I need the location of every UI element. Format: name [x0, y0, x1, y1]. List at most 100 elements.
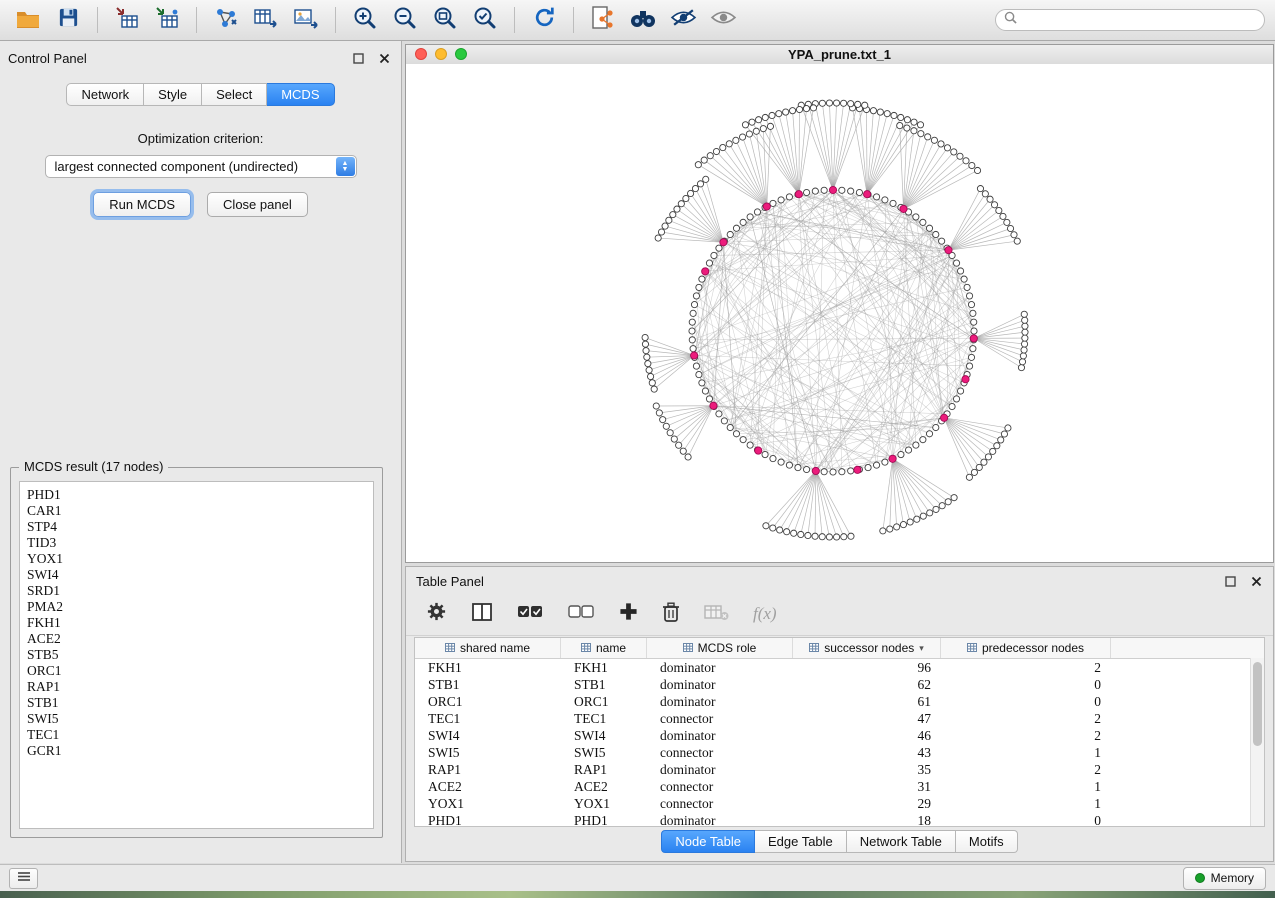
memory-button[interactable]: Memory	[1183, 867, 1266, 890]
import-table-button[interactable]	[109, 4, 145, 36]
mcds-result-item[interactable]: RAP1	[27, 679, 373, 695]
cell-name: PHD1	[561, 813, 647, 828]
tab-mcds[interactable]: MCDS	[267, 83, 334, 106]
cell-mcds-role: dominator	[647, 762, 793, 778]
criterion-select[interactable]: largest connected component (undirected)…	[45, 155, 357, 178]
tab-motifs[interactable]: Motifs	[956, 830, 1018, 853]
search-network-button[interactable]	[625, 4, 661, 36]
table-row[interactable]: RAP1 RAP1 dominator 35 2	[415, 761, 1264, 778]
mcds-result-item[interactable]: TEC1	[27, 727, 373, 743]
mcds-result-item[interactable]: CAR1	[27, 503, 373, 519]
export-table-button[interactable]	[248, 4, 284, 36]
column-header-successor-nodes[interactable]: successor nodes ▾	[793, 638, 941, 658]
network-window-title: YPA_prune.txt_1	[788, 47, 891, 62]
cell-name: SWI4	[561, 728, 647, 744]
tab-network[interactable]: Network	[66, 83, 144, 106]
status-bar: Memory	[0, 864, 1275, 891]
mcds-result-item[interactable]: STP4	[27, 519, 373, 535]
tab-network-table[interactable]: Network Table	[847, 830, 956, 853]
search-box[interactable]	[995, 9, 1265, 31]
table-row[interactable]: SWI5 SWI5 connector 43 1	[415, 744, 1264, 761]
cell-shared-name: SWI5	[415, 745, 561, 761]
delete-table-button-disabled	[704, 603, 729, 626]
table-panel-title: Table Panel	[416, 574, 484, 589]
close-window-icon[interactable]	[415, 48, 427, 60]
import-network-from-table-button[interactable]	[149, 4, 185, 36]
refresh-button[interactable]	[526, 4, 562, 36]
delete-column-button[interactable]	[662, 601, 680, 628]
deselect-all-button[interactable]	[568, 604, 595, 625]
open-button[interactable]	[10, 4, 46, 36]
cell-shared-name: FKH1	[415, 660, 561, 676]
mcds-result-item[interactable]: PHD1	[27, 487, 373, 503]
table-row[interactable]: ORC1 ORC1 dominator 61 0	[415, 693, 1264, 710]
column-label: shared name	[460, 641, 530, 655]
table-header-row: shared name name MCDS role successor nod…	[415, 638, 1264, 659]
mcds-result-item[interactable]: TID3	[27, 535, 373, 551]
table-delete-icon	[704, 603, 729, 626]
table-row[interactable]: SWI4 SWI4 dominator 46 2	[415, 727, 1264, 744]
zoom-out-button[interactable]	[387, 4, 423, 36]
cell-successor-nodes: 43	[793, 745, 941, 761]
float-panel-icon[interactable]	[1223, 574, 1237, 588]
tab-edge-table[interactable]: Edge Table	[755, 830, 847, 853]
float-panel-icon[interactable]	[351, 51, 365, 65]
sort-chevron-icon: ▾	[919, 643, 924, 654]
close-panel-icon[interactable]	[1249, 574, 1263, 588]
status-menu-button[interactable]	[9, 868, 38, 889]
save-button[interactable]	[50, 4, 86, 36]
tab-node-table[interactable]: Node Table	[661, 830, 755, 853]
scrollbar-thumb[interactable]	[1253, 662, 1262, 746]
share-document-button[interactable]	[585, 4, 621, 36]
table-row[interactable]: FKH1 FKH1 dominator 96 2	[415, 659, 1264, 676]
mcds-result-item[interactable]: SWI5	[27, 711, 373, 727]
mcds-result-item[interactable]: YOX1	[27, 551, 373, 567]
cell-successor-nodes: 31	[793, 779, 941, 795]
show-columns-button[interactable]	[471, 602, 493, 627]
export-image-button[interactable]	[288, 4, 324, 36]
minimize-window-icon[interactable]	[435, 48, 447, 60]
zoom-in-button[interactable]	[347, 4, 383, 36]
table-row[interactable]: YOX1 YOX1 connector 29 1	[415, 795, 1264, 812]
zoom-selected-button[interactable]	[467, 4, 503, 36]
network-canvas[interactable]	[406, 64, 1273, 562]
new-network-button[interactable]	[208, 4, 244, 36]
table-settings-button[interactable]	[426, 601, 447, 627]
tab-style[interactable]: Style	[144, 83, 202, 106]
mcds-result-item[interactable]: ACE2	[27, 631, 373, 647]
tab-select[interactable]: Select	[202, 83, 267, 106]
table-panel-tabs: Node Table Edge Table Network Table Moti…	[406, 830, 1273, 853]
select-all-button[interactable]	[517, 604, 544, 625]
add-column-button[interactable]	[619, 602, 638, 626]
cell-successor-nodes: 35	[793, 762, 941, 778]
zoom-fit-button[interactable]	[427, 4, 463, 36]
table-row[interactable]: STB1 STB1 dominator 62 0	[415, 676, 1264, 693]
mcds-result-item[interactable]: SWI4	[27, 567, 373, 583]
hide-details-button[interactable]	[665, 4, 701, 36]
search-input[interactable]	[1022, 12, 1256, 28]
maximize-window-icon[interactable]	[455, 48, 467, 60]
column-header-name[interactable]: name	[561, 638, 647, 658]
mcds-result-item[interactable]: FKH1	[27, 615, 373, 631]
table-row[interactable]: ACE2 ACE2 connector 31 1	[415, 778, 1264, 795]
run-mcds-button[interactable]: Run MCDS	[93, 192, 191, 217]
mcds-result-item[interactable]: ORC1	[27, 663, 373, 679]
column-header-mcds-role[interactable]: MCDS role	[647, 638, 793, 658]
mcds-result-item[interactable]: STB5	[27, 647, 373, 663]
mcds-result-item[interactable]: SRD1	[27, 583, 373, 599]
mcds-result-list[interactable]: PHD1 CAR1 STP4 TID3 YOX1 SWI4 SRD1 PMA2 …	[19, 481, 374, 829]
mcds-result-item[interactable]: PMA2	[27, 599, 373, 615]
table-row[interactable]: TEC1 TEC1 connector 47 2	[415, 710, 1264, 727]
cell-mcds-role: connector	[647, 745, 793, 761]
mcds-result-item[interactable]: GCR1	[27, 743, 373, 759]
table-scrollbar[interactable]	[1250, 658, 1264, 826]
mcds-result-item[interactable]: STB1	[27, 695, 373, 711]
close-panel-button[interactable]: Close panel	[207, 192, 308, 217]
column-header-shared-name[interactable]: shared name	[415, 638, 561, 658]
memory-label: Memory	[1211, 871, 1254, 885]
column-header-predecessor-nodes[interactable]: predecessor nodes	[941, 638, 1111, 658]
close-panel-icon[interactable]	[377, 51, 391, 65]
table-row[interactable]: PHD1 PHD1 dominator 18 0	[415, 812, 1264, 827]
show-details-button[interactable]	[705, 4, 741, 36]
network-window-titlebar[interactable]: YPA_prune.txt_1	[406, 45, 1273, 65]
